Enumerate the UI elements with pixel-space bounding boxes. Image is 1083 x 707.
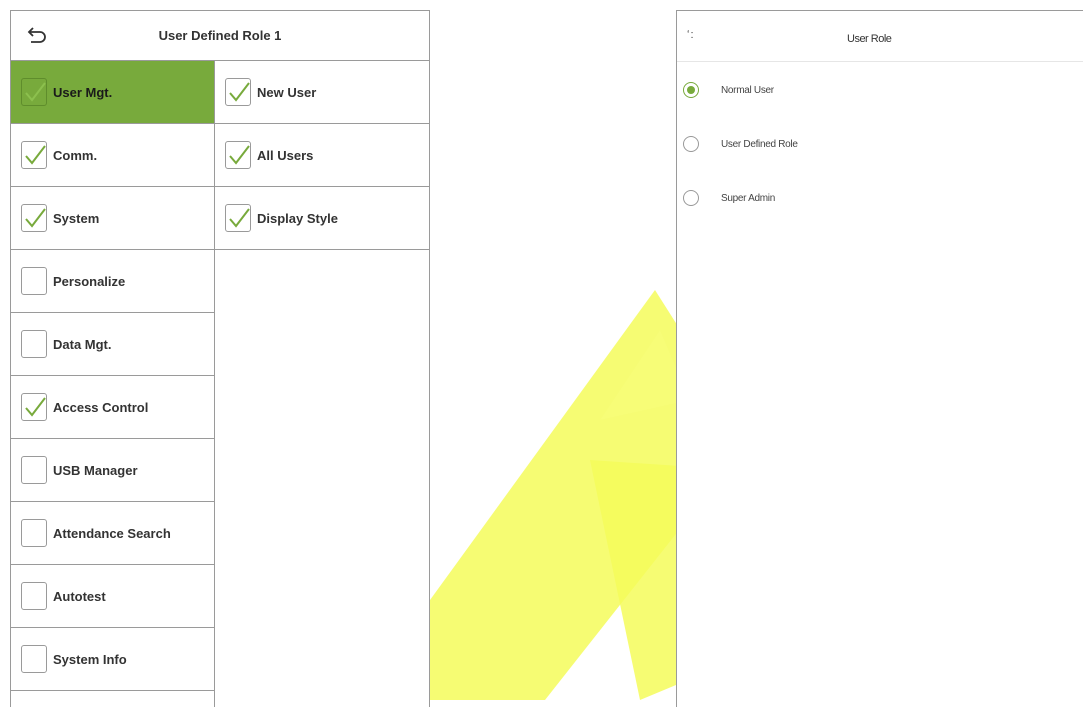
user-role-panel: ʻ: User Role Normal User User Defined Rol… [676, 10, 1083, 707]
category-label: USB Manager [53, 462, 138, 478]
subitem-new-user[interactable]: New User [215, 61, 429, 124]
checkbox[interactable] [21, 78, 47, 106]
radio-button-icon[interactable] [683, 190, 699, 206]
category-label: Personalize [53, 273, 126, 289]
category-autotest[interactable]: Autotest [11, 565, 214, 628]
checkbox[interactable] [21, 519, 47, 547]
category-data-mgt[interactable]: Data Mgt. [11, 313, 214, 376]
checkbox[interactable] [21, 267, 47, 295]
subitem-all-users[interactable]: All Users [215, 124, 429, 187]
category-label: Data Mgt. [53, 336, 112, 352]
checkbox[interactable] [21, 645, 47, 673]
role-option-label: Super Admin [721, 192, 775, 204]
category-user-mgt[interactable]: User Mgt. [11, 61, 214, 124]
category-label: System [53, 210, 100, 226]
role-option-label: Normal User [721, 84, 774, 96]
checkbox[interactable] [225, 141, 251, 169]
subitem-list: New User All Users Display Style [215, 61, 429, 707]
role-option-label: User Defined Role [721, 138, 798, 150]
subitem-label: All Users [257, 147, 314, 163]
page-title: User Defined Role 1 [158, 28, 282, 43]
radio-button-icon[interactable] [683, 82, 699, 98]
category-system-info[interactable]: System Info [11, 628, 214, 691]
checkmark-icon [25, 145, 46, 165]
role-option-super-admin[interactable]: Super Admin [677, 168, 1083, 228]
category-personalize[interactable]: Personalize [11, 250, 214, 313]
role-option-normal-user[interactable]: Normal User [677, 60, 1083, 120]
back-arrow-icon[interactable] [23, 23, 49, 49]
left-header: User Defined Role 1 [11, 11, 429, 61]
checkmark-icon [25, 208, 46, 228]
category-access-control[interactable]: Access Control [11, 376, 214, 439]
role-option-user-defined-role[interactable]: User Defined Role [677, 114, 1083, 174]
checkbox[interactable] [21, 204, 47, 232]
subitem-display-style[interactable]: Display Style [215, 187, 429, 250]
checkbox[interactable] [21, 582, 47, 610]
checkbox[interactable] [21, 393, 47, 421]
checkbox[interactable] [21, 456, 47, 484]
subitem-label: Display Style [257, 210, 338, 226]
category-system[interactable]: System [11, 187, 214, 250]
back-text[interactable]: ʻ: [687, 29, 695, 41]
user-role-title: User Role [847, 33, 892, 45]
category-label: System Info [53, 651, 127, 667]
checkmark-icon [229, 208, 250, 228]
category-label: Access Control [53, 399, 149, 415]
checkbox[interactable] [21, 141, 47, 169]
checkmark-icon [229, 82, 250, 102]
checkbox[interactable] [21, 330, 47, 358]
category-usb-manager[interactable]: USB Manager [11, 439, 214, 502]
checkbox[interactable] [225, 78, 251, 106]
category-attendance-search[interactable]: Attendance Search [11, 502, 214, 565]
role-options: Normal User User Defined Role Super Admin [677, 62, 1083, 228]
role-permissions-panel: User Defined Role 1 User Mgt. Comm. System… [10, 10, 430, 707]
checkmark-icon [229, 145, 250, 165]
category-list: User Mgt. Comm. System Personalize Data Mgt.… [11, 61, 215, 707]
category-label: Attendance Search [53, 525, 171, 541]
checkmark-icon [25, 82, 46, 102]
right-header: ʻ: User Role [677, 11, 1083, 62]
subitem-label: New User [257, 84, 317, 100]
category-comm[interactable]: Comm. [11, 124, 214, 187]
checkmark-icon [25, 397, 46, 417]
category-label: User Mgt. [53, 84, 113, 100]
category-label: Autotest [53, 588, 106, 604]
radio-button-icon[interactable] [683, 136, 699, 152]
category-label: Comm. [53, 147, 98, 163]
checkbox[interactable] [225, 204, 251, 232]
